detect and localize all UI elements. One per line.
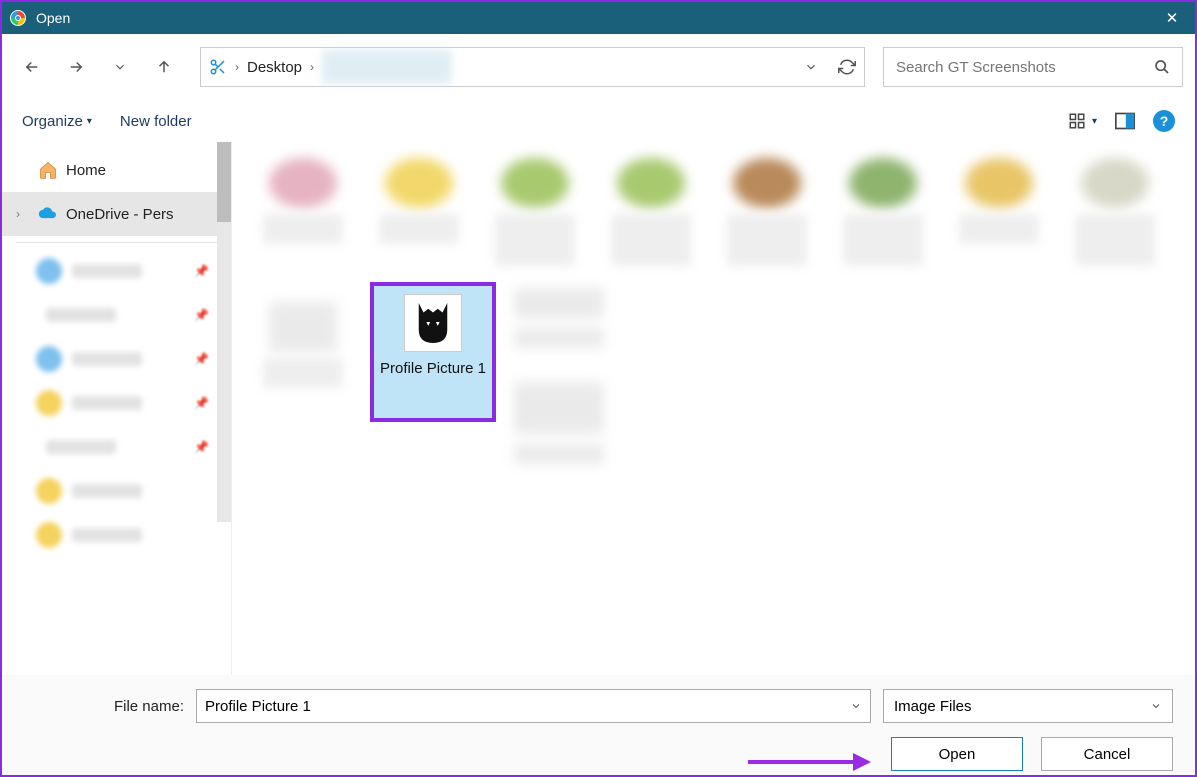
chevron-right-icon: › [235, 60, 239, 74]
arrow-up-icon [155, 58, 173, 76]
filename-label: File name: [24, 698, 184, 715]
chevron-down-icon[interactable] [850, 700, 862, 712]
nav-row: › Desktop › [2, 34, 1195, 100]
chevron-down-icon[interactable] [804, 60, 818, 74]
chevron-right-icon: › [16, 207, 30, 221]
arrow-left-icon [23, 58, 41, 76]
file-profile-picture-1[interactable]: Profile Picture 1 [370, 282, 496, 422]
arrow-right-icon [67, 58, 85, 76]
file-thumb-redacted[interactable] [486, 158, 584, 266]
search-input[interactable] [896, 59, 1154, 76]
sidebar-item-label: Home [66, 162, 106, 179]
file-thumb-redacted[interactable] [514, 282, 604, 464]
filename-value: Profile Picture 1 [205, 698, 311, 715]
search-box[interactable] [883, 47, 1183, 87]
breadcrumb-redacted [322, 50, 452, 84]
help-button[interactable]: ? [1153, 110, 1175, 132]
pin-icon: 📌 [194, 440, 209, 454]
file-label: Profile Picture 1 [380, 360, 486, 378]
sidebar-item-redacted[interactable]: 📌 [2, 425, 231, 469]
button-row: Open Cancel [24, 737, 1173, 771]
sidebar: Home › OneDrive - Pers 📌 📌 📌 📌 📌 [2, 142, 232, 675]
chevron-right-icon: › [310, 60, 314, 74]
annotation-arrow [743, 747, 873, 777]
sidebar-item-label: OneDrive - Pers [66, 206, 174, 223]
new-folder-button[interactable]: New folder [120, 113, 192, 130]
close-button[interactable]: ✕ [1149, 2, 1195, 34]
chevron-down-icon [113, 60, 127, 74]
pin-icon: 📌 [194, 308, 209, 322]
caret-down-icon: ▾ [1092, 116, 1097, 127]
file-thumb-redacted[interactable] [254, 158, 352, 266]
address-bar[interactable]: › Desktop › [200, 47, 865, 87]
sidebar-item-redacted[interactable] [2, 513, 231, 557]
batman-mask-icon [414, 301, 452, 345]
breadcrumb-desktop[interactable]: Desktop [247, 59, 302, 76]
file-thumb-redacted[interactable] [370, 158, 468, 266]
back-button[interactable] [14, 49, 50, 85]
toolbar: Organize ▾ New folder ▾ ? [2, 100, 1195, 142]
file-pane: Profile Picture 1 [232, 142, 1195, 675]
file-thumb-redacted[interactable] [950, 158, 1048, 266]
file-thumb-redacted[interactable] [602, 158, 700, 266]
home-icon [38, 160, 58, 180]
app-icon [8, 8, 28, 28]
filetype-value: Image Files [894, 698, 972, 715]
forward-button[interactable] [58, 49, 94, 85]
grid-icon [1068, 112, 1086, 130]
main-area: Home › OneDrive - Pers 📌 📌 📌 📌 📌 [2, 142, 1195, 675]
file-thumb-redacted[interactable] [1066, 158, 1164, 266]
footer: File name: Profile Picture 1 Image Files… [2, 675, 1195, 775]
window-title: Open [36, 10, 70, 26]
close-icon: ✕ [1166, 9, 1179, 27]
caret-down-icon: ▾ [87, 116, 92, 127]
sidebar-scrollbar-thumb[interactable] [217, 142, 231, 222]
titlebar: Open ✕ [2, 2, 1195, 34]
sidebar-item-redacted[interactable]: 📌 [2, 337, 231, 381]
open-button[interactable]: Open [891, 737, 1023, 771]
pin-icon: 📌 [194, 352, 209, 366]
filetype-select[interactable]: Image Files [883, 689, 1173, 723]
preview-pane-button[interactable] [1115, 112, 1135, 130]
refresh-button[interactable] [838, 58, 856, 76]
filename-input[interactable]: Profile Picture 1 [196, 689, 871, 723]
pin-icon: 📌 [194, 264, 209, 278]
search-icon [1154, 59, 1170, 75]
divider [16, 242, 217, 243]
recent-dropdown[interactable] [102, 49, 138, 85]
view-options-button[interactable]: ▾ [1068, 112, 1097, 130]
filename-row: File name: Profile Picture 1 Image Files [24, 689, 1173, 723]
file-grid-row-2: Profile Picture 1 [232, 282, 1195, 464]
sidebar-item-redacted[interactable] [2, 469, 231, 513]
organize-menu[interactable]: Organize ▾ [22, 113, 92, 130]
file-thumb-redacted[interactable] [834, 158, 932, 266]
sidebar-item-home[interactable]: Home [2, 148, 231, 192]
file-thumb-redacted[interactable] [718, 158, 816, 266]
sidebar-item-redacted[interactable]: 📌 [2, 249, 231, 293]
cloud-icon [38, 206, 58, 222]
file-grid-row-1 [232, 142, 1195, 282]
chevron-down-icon [1150, 700, 1162, 712]
sidebar-item-redacted[interactable]: 📌 [2, 381, 231, 425]
up-button[interactable] [146, 49, 182, 85]
file-thumbnail [404, 294, 462, 352]
pin-icon: 📌 [194, 396, 209, 410]
scissors-icon [209, 58, 227, 76]
file-thumb-redacted[interactable] [254, 302, 352, 464]
sidebar-item-redacted[interactable]: 📌 [2, 293, 231, 337]
panel-icon [1115, 112, 1135, 130]
cancel-button[interactable]: Cancel [1041, 737, 1173, 771]
organize-label: Organize [22, 113, 83, 130]
sidebar-item-onedrive[interactable]: › OneDrive - Pers [2, 192, 231, 236]
